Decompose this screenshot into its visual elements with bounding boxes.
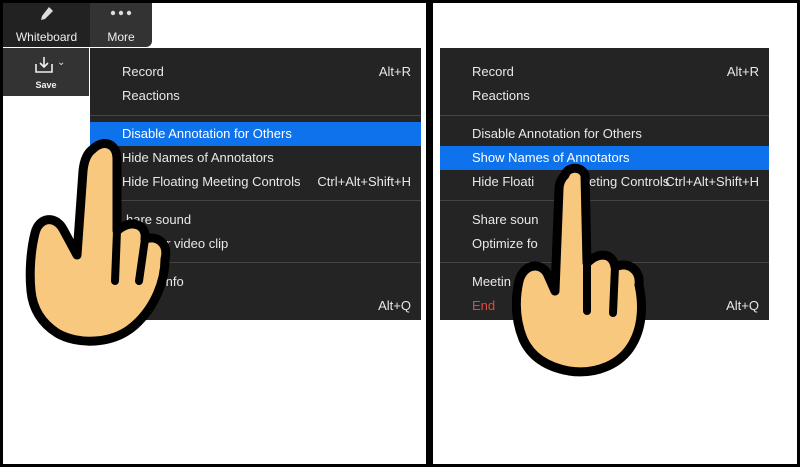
right-screenshot-panel: Record Alt+R Reactions Disable Annotatio… (433, 3, 797, 464)
shortcut-label: Alt+R (726, 64, 759, 79)
chevron-down-icon: ⌄ (57, 57, 66, 68)
save-button[interactable]: ⌄ Save (3, 48, 89, 96)
shortcut-label: Ctrl+Alt+Shift+H (665, 174, 759, 189)
more-button[interactable]: More (90, 3, 152, 47)
menu-item-record[interactable]: Record Alt+R (440, 60, 769, 84)
pointing-hand-icon (25, 139, 171, 346)
left-screenshot-panel: Whiteboard More ⌄ Save Record Alt+R Reac… (3, 3, 426, 464)
save-download-icon (34, 56, 54, 74)
menu-divider (440, 115, 769, 116)
shortcut-label: Alt+R (378, 64, 411, 79)
menu-item-disable-annotation[interactable]: Disable Annotation for Others (440, 122, 769, 146)
more-dots-icon (90, 6, 152, 23)
menu-item-reactions[interactable]: Reactions (440, 84, 769, 108)
shortcut-label: Alt+Q (726, 298, 759, 313)
menu-item-reactions[interactable]: Reactions (90, 84, 421, 108)
menu-item-record[interactable]: Record Alt+R (90, 60, 421, 84)
more-label: More (107, 30, 135, 44)
save-label: Save (35, 80, 57, 90)
whiteboard-label: Whiteboard (15, 30, 78, 44)
whiteboard-button[interactable]: Whiteboard (3, 3, 90, 47)
pointing-hand-icon (511, 163, 646, 377)
shortcut-label: Alt+Q (378, 298, 411, 313)
shortcut-label: Ctrl+Alt+Shift+H (317, 174, 411, 189)
pencil-icon (3, 6, 90, 26)
menu-divider (90, 115, 421, 116)
